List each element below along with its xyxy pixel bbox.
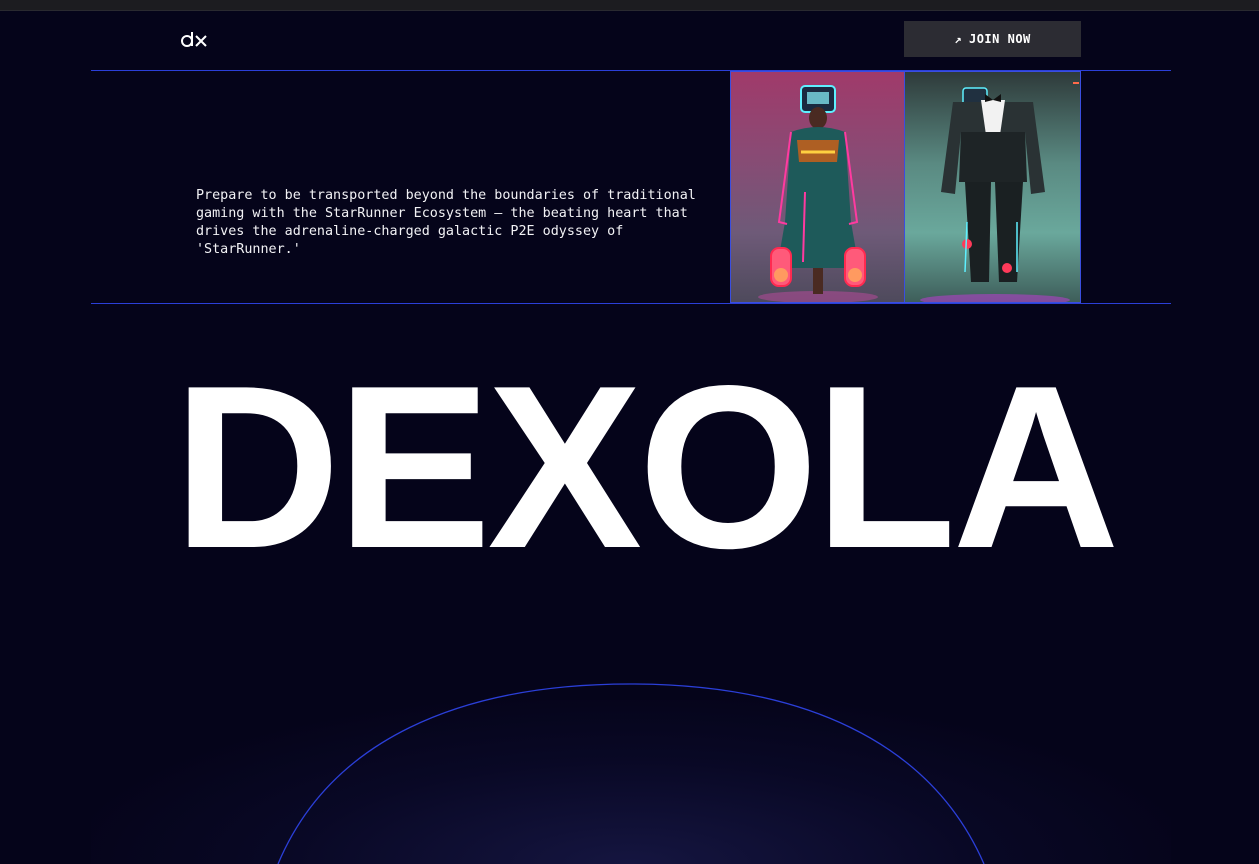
orbit-arc <box>277 683 985 864</box>
